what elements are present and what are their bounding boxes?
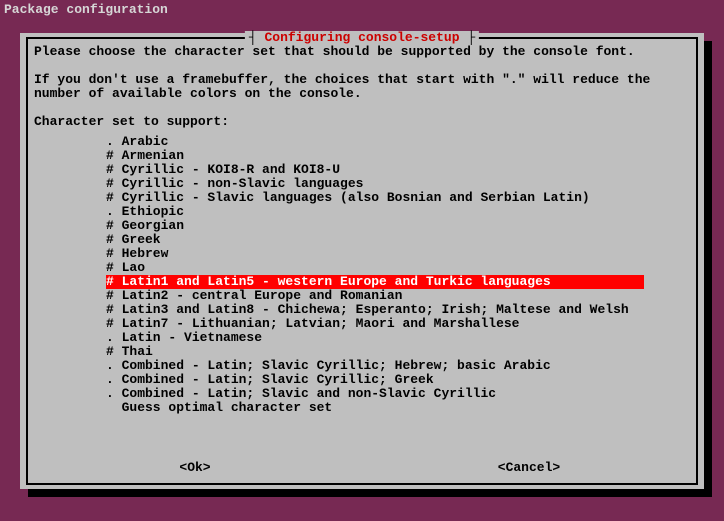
list-item[interactable]: # Georgian	[34, 219, 690, 233]
list-item[interactable]: # Cyrillic - non-Slavic languages	[34, 177, 690, 191]
dialog-inner: ┤ Configuring console-setup ├ Please cho…	[26, 37, 698, 485]
list-item[interactable]: . Arabic	[34, 135, 690, 149]
list-item[interactable]: . Combined - Latin; Slavic Cyrillic; Gre…	[34, 373, 690, 387]
dialog: ┤ Configuring console-setup ├ Please cho…	[20, 33, 704, 489]
dialog-title-text: Configuring console-setup	[264, 30, 459, 45]
list-item[interactable]: # Hebrew	[34, 247, 690, 261]
dialog-text-1: Please choose the character set that sho…	[34, 45, 690, 59]
list-item[interactable]: # Latin7 - Lithuanian; Latvian; Maori an…	[34, 317, 690, 331]
dialog-buttons: <Ok> <Cancel>	[28, 461, 696, 475]
ok-button[interactable]: <Ok>	[28, 461, 362, 475]
list-item[interactable]: # Latin1 and Latin5 - western Europe and…	[34, 275, 690, 289]
list-item[interactable]: . Latin - Vietnamese	[34, 331, 690, 345]
list-item[interactable]: # Latin2 - central Europe and Romanian	[34, 289, 690, 303]
cancel-button[interactable]: <Cancel>	[362, 461, 696, 475]
list-item[interactable]: # Armenian	[34, 149, 690, 163]
list-item[interactable]: Guess optimal character set	[34, 401, 690, 415]
list-item[interactable]: . Ethiopic	[34, 205, 690, 219]
list-item[interactable]: . Combined - Latin; Slavic Cyrillic; Heb…	[34, 359, 690, 373]
charset-list[interactable]: . Arabic# Armenian# Cyrillic - KOI8-R an…	[34, 135, 690, 415]
list-item[interactable]: # Thai	[34, 345, 690, 359]
list-item[interactable]: # Greek	[34, 233, 690, 247]
terminal-screen: Package configuration ┤ Configuring cons…	[0, 0, 724, 521]
dialog-title: ┤ Configuring console-setup ├	[245, 31, 479, 45]
dialog-prompt: Character set to support:	[34, 115, 690, 129]
list-item[interactable]: . Combined - Latin; Slavic and non-Slavi…	[34, 387, 690, 401]
list-item[interactable]: # Lao	[34, 261, 690, 275]
page-title: Package configuration	[4, 3, 168, 17]
list-item[interactable]: # Latin3 and Latin8 - Chichewa; Esperant…	[34, 303, 690, 317]
dialog-text-2: If you don't use a framebuffer, the choi…	[34, 73, 690, 101]
list-item[interactable]: # Cyrillic - KOI8-R and KOI8-U	[34, 163, 690, 177]
list-item[interactable]: # Cyrillic - Slavic languages (also Bosn…	[34, 191, 690, 205]
